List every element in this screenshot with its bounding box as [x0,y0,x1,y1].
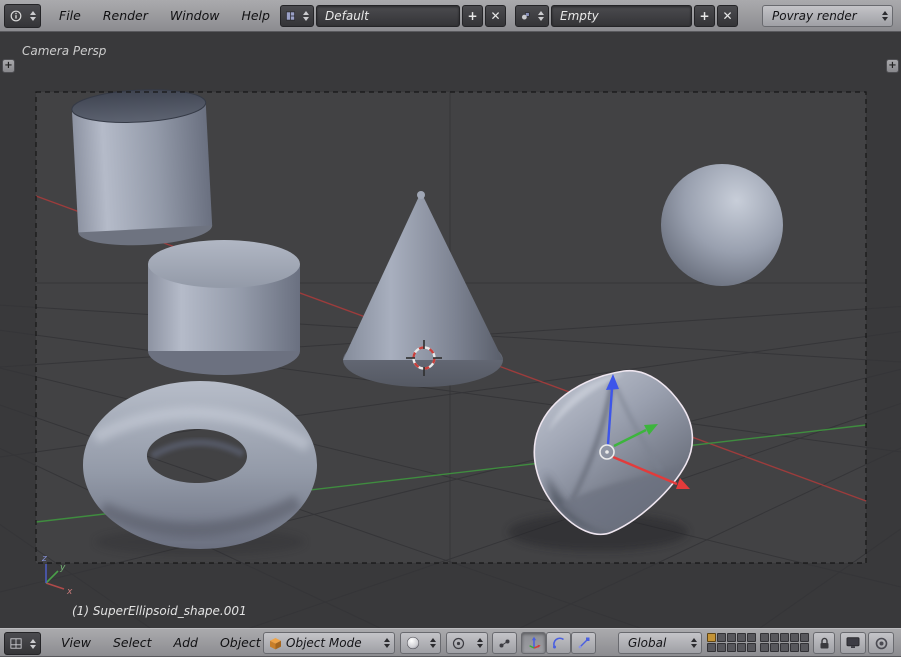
properties-expand-button[interactable]: + [886,59,899,73]
render-engine-value: Povray render [772,9,857,23]
manipulate-center-points-toggle[interactable] [492,632,517,654]
layout-name-value: Default [325,9,369,23]
layer-toggle[interactable] [770,643,779,652]
translate-icon [527,636,541,650]
editor-type-selector-info[interactable] [4,4,41,28]
transform-orientation-select[interactable]: Global [618,632,702,654]
monitor-icon [846,637,860,649]
menu-help[interactable]: Help [230,8,281,23]
viewport-header: View Select Add Object Object Mode [0,628,901,657]
viewport-3d-icon [10,637,22,650]
layer-toggle[interactable] [800,633,809,642]
menu-add[interactable]: Add [163,635,209,650]
scene-add-button[interactable]: + [694,5,715,27]
layer-toggle[interactable] [760,643,769,652]
menu-file[interactable]: File [48,8,92,23]
menu-window[interactable]: Window [159,8,231,23]
pivot-icon [452,637,465,650]
stepper-arrows-icon [26,11,40,21]
scene-icon [521,10,530,22]
viewport-3d[interactable]: x y z Camera Persp (1) SuperEllipsoid_sh… [0,32,901,628]
layer-toggle[interactable] [770,633,779,642]
stepper-arrows-icon [380,638,394,648]
screen-layout-icon [286,10,295,22]
scene-name-value: Empty [560,9,599,23]
stepper-arrows-icon [878,11,892,21]
layer-toggle[interactable] [790,633,799,642]
scale-icon [577,636,591,650]
viewport-shading-select[interactable] [400,632,441,654]
layout-browse-button[interactable] [280,5,314,27]
scene-delete-button[interactable]: ✕ [717,5,738,27]
layer-toggle[interactable] [790,643,799,652]
gizmo-x-label: x [66,587,73,597]
lock-icon [819,637,830,650]
layout-delete-button[interactable]: ✕ [485,5,506,27]
menu-render[interactable]: Render [92,8,159,23]
pivot-point-select[interactable] [446,632,488,654]
mode-select[interactable]: Object Mode [263,632,395,654]
lock-camera-toggle[interactable] [813,632,835,654]
active-object-label: (1) SuperEllipsoid_shape.001 [72,604,247,618]
layer-toggle[interactable] [707,643,716,652]
viewport-canvas[interactable]: x y z [0,32,901,628]
object-mode-cube-icon [269,637,282,650]
render-engine-select[interactable]: Povray render [762,5,893,27]
menu-view[interactable]: View [50,635,102,650]
view-name-label: Camera Persp [22,44,106,58]
circle-icon [875,637,888,650]
layer-toggle[interactable] [760,633,769,642]
sphere-object[interactable] [661,164,783,286]
scene-name-field[interactable]: Empty [551,5,692,27]
tall-cylinder-object[interactable] [71,87,213,249]
info-header: File Render Window Help Default + ✕ [0,0,901,32]
layers-group-2 [760,633,809,652]
manipulator-translate-toggle[interactable] [521,632,546,654]
editor-type-selector-3dview[interactable] [4,632,41,655]
scene-browse-button[interactable] [515,5,549,27]
center-points-icon [498,637,511,650]
manipulator-rotate-toggle[interactable] [546,632,571,654]
view3d-menubar: View Select Add Object [50,629,272,656]
render-opengl-anim-button[interactable] [868,632,894,654]
layer-toggle[interactable] [780,643,789,652]
short-cylinder-object[interactable] [148,240,300,375]
layer-toggle[interactable] [747,633,756,642]
blender-window: File Render Window Help Default + ✕ [0,0,901,657]
layout-add-button[interactable]: + [462,5,483,27]
info-icon [10,9,22,23]
menu-select[interactable]: Select [102,635,163,650]
shading-sphere-icon [406,636,420,650]
layers-group-1 [707,633,756,652]
orientation-value: Global [628,636,666,650]
stepper-arrows-icon [687,638,701,648]
manipulator-scale-toggle[interactable] [571,632,596,654]
toolshelf-expand-button[interactable]: + [2,59,15,73]
layer-toggle[interactable] [800,643,809,652]
layer-toggle[interactable] [717,643,726,652]
layer-toggle[interactable] [747,643,756,652]
layer-toggle[interactable] [737,643,746,652]
render-opengl-button[interactable] [840,632,866,654]
top-menubar: File Render Window Help [48,0,281,31]
stepper-arrows-icon [26,639,40,649]
stepper-arrows-icon [426,638,440,648]
layer-toggle[interactable] [727,643,736,652]
gizmo-z-label: z [41,554,47,564]
rotate-icon [552,636,566,650]
layer-toggle[interactable] [737,633,746,642]
layer-toggle[interactable] [727,633,736,642]
layer-toggle[interactable] [717,633,726,642]
layout-name-field[interactable]: Default [316,5,460,27]
stepper-arrows-icon [299,11,313,21]
layer-toggle[interactable] [780,633,789,642]
gizmo-y-label: y [59,563,66,573]
layer-toggle[interactable] [707,633,716,642]
stepper-arrows-icon [534,11,548,21]
mode-value: Object Mode [286,636,362,650]
stepper-arrows-icon [473,638,487,648]
